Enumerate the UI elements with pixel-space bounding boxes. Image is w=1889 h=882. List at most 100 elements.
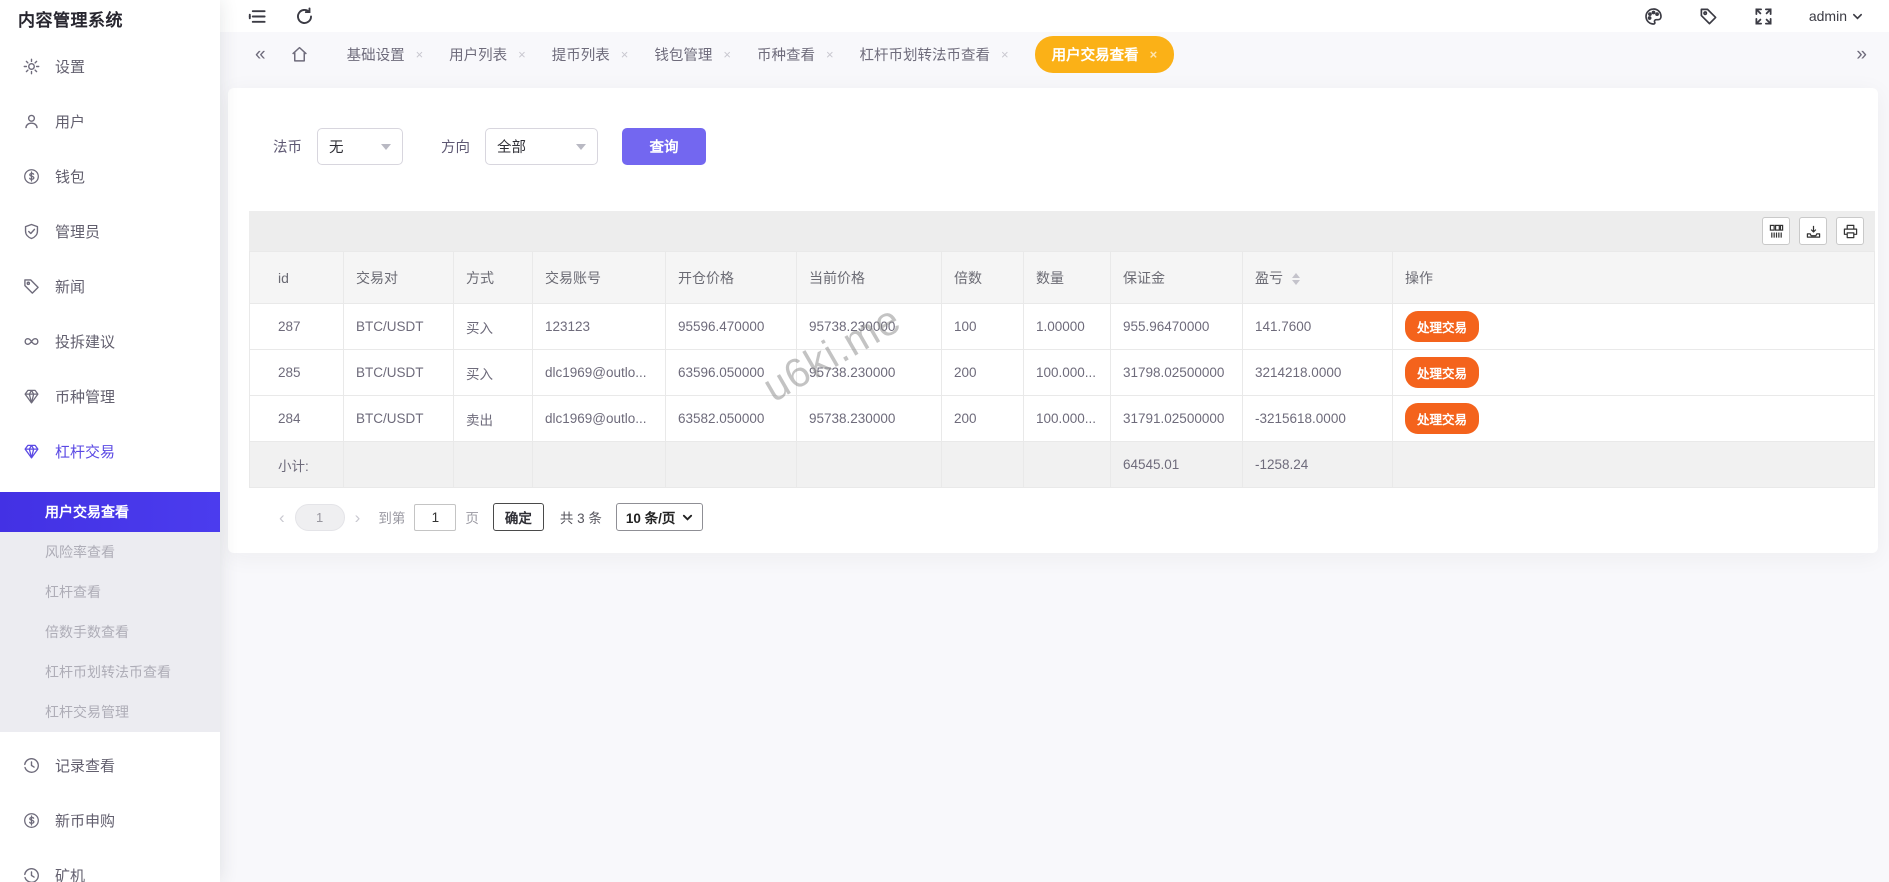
sidebar-item-2[interactable]: 用户 xyxy=(0,94,220,149)
sidebar-subitem[interactable]: 杠杆查看 xyxy=(0,572,220,612)
palette-icon[interactable] xyxy=(1644,7,1663,26)
app-title: 内容管理系统 xyxy=(0,0,220,31)
sidebar-item-label: 记录查看 xyxy=(55,755,115,776)
cell-action: 处理交易 xyxy=(1393,304,1875,350)
history-clock-icon xyxy=(23,757,40,774)
sidebar-item-8[interactable]: 杠杆交易 xyxy=(0,424,220,479)
sidebar: 内容管理系统 设置用户钱包管理员新闻投拆建议币种管理杠杆交易用户交易查看风险率查… xyxy=(0,0,220,882)
column-header-label: 当前价格 xyxy=(809,270,865,286)
sidebar-subitem[interactable]: 风险率查看 xyxy=(0,532,220,572)
sidebar-subitem[interactable]: 杠杆交易管理 xyxy=(0,692,220,732)
tab[interactable]: 提币列表× xyxy=(552,44,629,65)
user-name: admin xyxy=(1809,8,1847,24)
sidebar-item-5[interactable]: 新闻 xyxy=(0,259,220,314)
print-icon[interactable] xyxy=(1836,217,1864,245)
column-header-label: 开仓价格 xyxy=(678,270,734,286)
columns-icon[interactable] xyxy=(1762,217,1790,245)
caret-down-icon xyxy=(381,144,391,150)
cell-open_price: 63596.050000 xyxy=(666,350,797,396)
tab-label: 用户列表 xyxy=(449,44,507,65)
sidebar-item-label: 钱包 xyxy=(55,166,85,187)
sidebar-item-10[interactable]: 新币申购 xyxy=(0,793,220,848)
sidebar-subitem[interactable]: 倍数手数查看 xyxy=(0,612,220,652)
column-header-开仓价格: 开仓价格 xyxy=(666,252,797,304)
history-clock-icon xyxy=(23,867,40,882)
menu-collapse-icon[interactable] xyxy=(248,7,267,26)
tab-label: 用户交易查看 xyxy=(1052,44,1139,65)
sidebar-subitem[interactable]: 杠杆币划转法币查看 xyxy=(0,652,220,692)
subtotal-action xyxy=(1393,442,1875,488)
cell-account: dlc1969@outlo... xyxy=(533,396,666,442)
tab-close-icon[interactable]: × xyxy=(518,47,526,62)
column-header-方式: 方式 xyxy=(454,252,533,304)
sidebar-item-4[interactable]: 管理员 xyxy=(0,204,220,259)
sort-asc-icon xyxy=(1292,273,1300,278)
sidebar-item-label: 新闻 xyxy=(55,276,85,297)
subtotal-account xyxy=(533,442,666,488)
process-trade-button[interactable]: 处理交易 xyxy=(1405,403,1479,434)
sidebar-item-3[interactable]: 钱包 xyxy=(0,149,220,204)
tab-close-icon[interactable]: × xyxy=(826,47,834,62)
tab[interactable]: 基础设置× xyxy=(347,44,424,65)
subtotal-open_price xyxy=(666,442,797,488)
tab-close-icon[interactable]: × xyxy=(1150,47,1158,62)
cell-pnl: -3215618.0000 xyxy=(1243,396,1393,442)
export-icon[interactable] xyxy=(1799,217,1827,245)
query-button[interactable]: 查询 xyxy=(622,128,706,165)
sort-icon[interactable] xyxy=(1292,273,1300,285)
sidebar-item-1[interactable]: 设置 xyxy=(0,39,220,94)
goto-confirm-button[interactable]: 确定 xyxy=(493,503,544,531)
page-size-select[interactable]: 10 条/页 xyxy=(616,503,704,531)
column-header-盈亏[interactable]: 盈亏 xyxy=(1243,252,1393,304)
table-area: id交易对方式交易账号开仓价格当前价格倍数数量保证金盈亏操作 287BTC/US… xyxy=(249,211,1875,531)
goto-page-input[interactable] xyxy=(414,504,456,531)
process-trade-button[interactable]: 处理交易 xyxy=(1405,357,1479,388)
shield-check-icon xyxy=(23,223,40,240)
direction-select[interactable]: 全部 xyxy=(485,128,598,165)
page-button[interactable]: 1 xyxy=(295,504,345,531)
tab-close-icon[interactable]: × xyxy=(621,47,629,62)
column-header-label: 盈亏 xyxy=(1255,270,1283,286)
cell-leverage: 200 xyxy=(942,350,1024,396)
subtotal-margin: 64545.01 xyxy=(1111,442,1243,488)
sidebar-item-11[interactable]: 矿机 xyxy=(0,848,220,882)
tab-label: 钱包管理 xyxy=(654,44,712,65)
sidebar-item-6[interactable]: 投拆建议 xyxy=(0,314,220,369)
user-menu[interactable]: admin xyxy=(1809,8,1863,24)
tab-close-icon[interactable]: × xyxy=(1001,47,1009,62)
home-icon[interactable] xyxy=(290,45,309,64)
cell-id: 285 xyxy=(250,350,344,396)
tag-icon[interactable] xyxy=(1699,7,1718,26)
cell-side: 买入 xyxy=(454,304,533,350)
tab-active[interactable]: 用户交易查看 × xyxy=(1035,36,1175,73)
sidebar-item-7[interactable]: 币种管理 xyxy=(0,369,220,424)
tab[interactable]: 币种查看× xyxy=(757,44,834,65)
tab[interactable]: 杠杆币划转法币查看× xyxy=(860,44,1009,65)
tab[interactable]: 钱包管理 × xyxy=(654,44,731,65)
dollar-circle-icon xyxy=(23,168,40,185)
tab[interactable]: 用户列表 × xyxy=(449,44,526,65)
topbar: admin xyxy=(220,0,1889,32)
next-page-icon[interactable]: › xyxy=(355,509,361,526)
tab-close-icon[interactable]: × xyxy=(416,47,424,62)
tabs-scroll-right[interactable]: » xyxy=(1856,45,1867,64)
cell-id: 287 xyxy=(250,304,344,350)
tab-close-icon[interactable]: × xyxy=(723,47,731,62)
subtotal-id: 小计: xyxy=(250,442,344,488)
fullscreen-icon[interactable] xyxy=(1754,7,1773,26)
tabs-scroll-left[interactable]: « xyxy=(255,45,266,64)
fiat-select[interactable]: 无 xyxy=(317,128,403,165)
transactions-table: id交易对方式交易账号开仓价格当前价格倍数数量保证金盈亏操作 287BTC/US… xyxy=(249,251,1875,488)
sort-desc-icon xyxy=(1292,280,1300,285)
main-area: admin « 基础设置×用户列表×提币列表×钱包管理×币种查看×杠杆币划转法币… xyxy=(220,0,1889,882)
refresh-icon[interactable] xyxy=(295,7,314,26)
sidebar-item-9[interactable]: 记录查看 xyxy=(0,738,220,793)
subtotal-row: 小计:64545.01-1258.24 xyxy=(250,442,1875,488)
sidebar-subitem-active[interactable]: 用户交易查看 xyxy=(0,492,220,532)
filter-bar: 法币 无 方向 全部 查询 xyxy=(228,88,1878,165)
direction-label: 方向 xyxy=(441,136,470,157)
process-trade-button[interactable]: 处理交易 xyxy=(1405,311,1479,342)
prev-page-icon[interactable]: ‹ xyxy=(279,509,285,526)
cell-id: 284 xyxy=(250,396,344,442)
cell-pair: BTC/USDT xyxy=(344,304,454,350)
